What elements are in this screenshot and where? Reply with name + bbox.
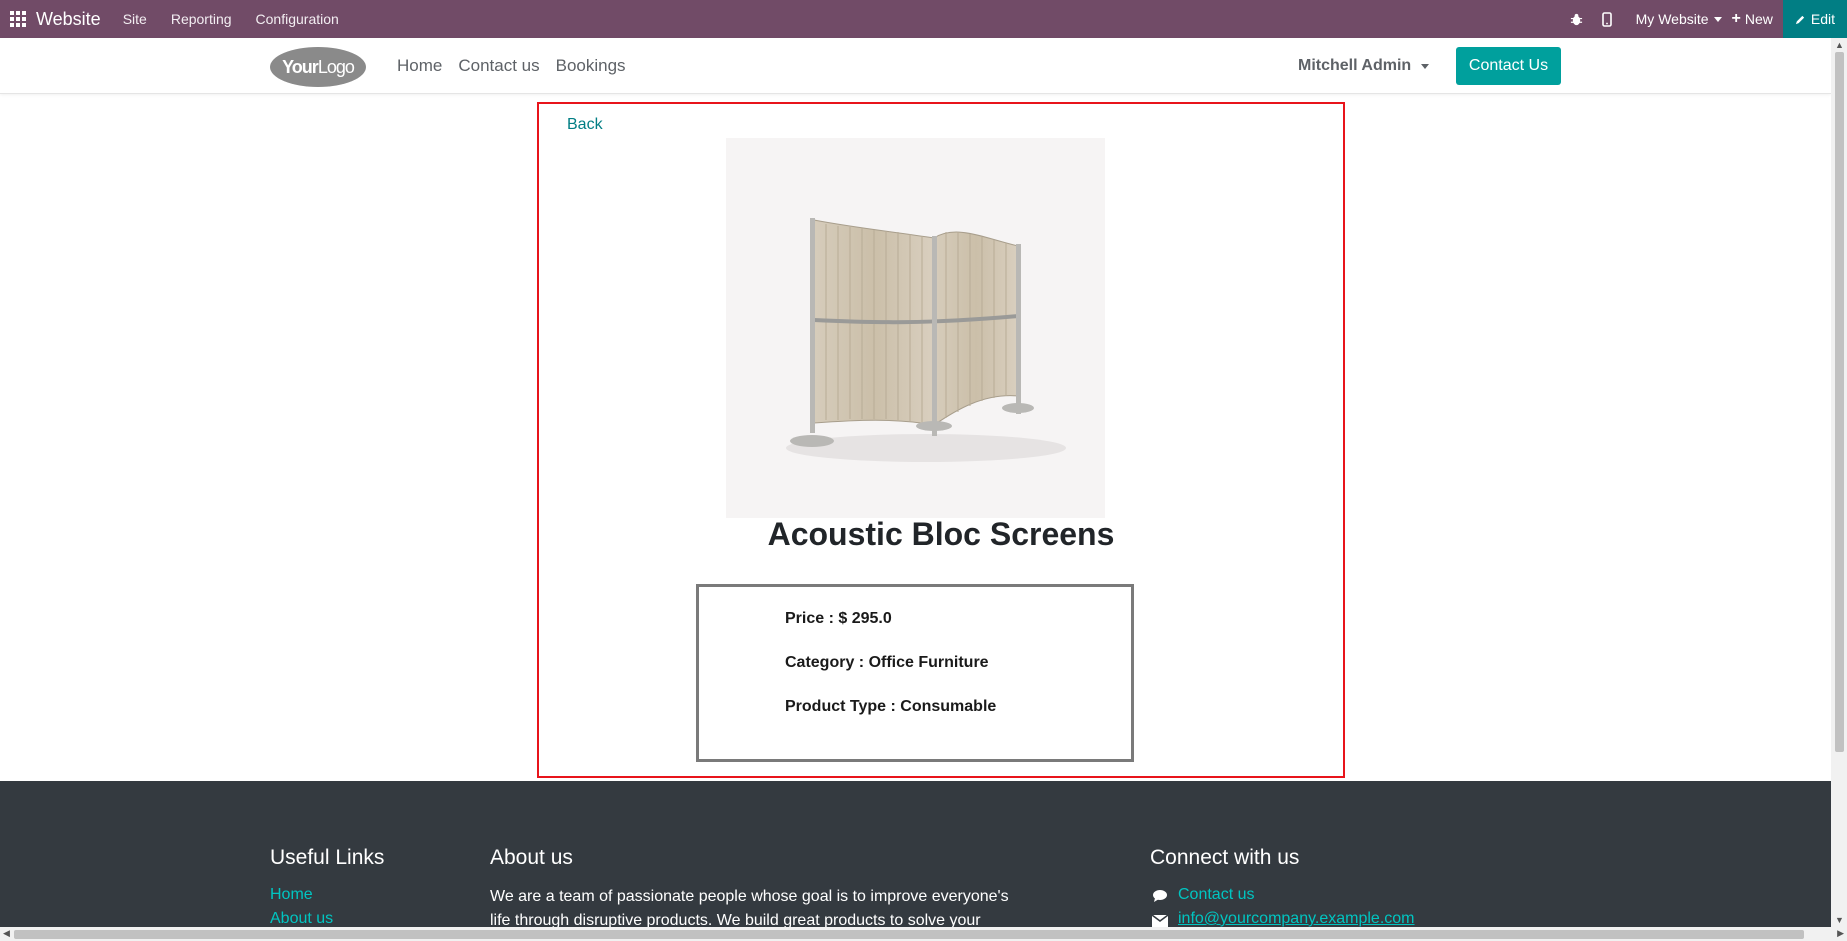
company-logo[interactable]: Your Logo bbox=[270, 47, 366, 87]
vertical-scroll-thumb[interactable] bbox=[1835, 52, 1844, 752]
logo-text-light: Logo bbox=[317, 56, 355, 77]
menu-configuration[interactable]: Configuration bbox=[256, 11, 339, 27]
product-price: Price : $ 295.0 bbox=[785, 610, 892, 627]
scroll-right-icon[interactable]: ▶ bbox=[1837, 928, 1844, 939]
nav-contact-us[interactable]: Contact us bbox=[458, 56, 539, 76]
website-switcher[interactable]: My Website bbox=[1636, 11, 1722, 27]
vertical-scrollbar[interactable]: ▲ ▼ bbox=[1831, 38, 1847, 927]
footer-link-about-us[interactable]: About us bbox=[270, 910, 333, 928]
site-footer: Useful Links Home About us About us We a… bbox=[0, 781, 1831, 929]
site-header: Your Logo Home Contact us Bookings Mitche… bbox=[0, 38, 1831, 94]
footer-link-contact-us[interactable]: Contact us bbox=[1178, 886, 1254, 904]
debug-bug-icon[interactable] bbox=[1562, 13, 1592, 26]
horizontal-scroll-thumb[interactable] bbox=[14, 930, 1804, 939]
new-button[interactable]: + New bbox=[1732, 10, 1773, 28]
product-category: Category : Office Furniture bbox=[785, 654, 989, 671]
back-link[interactable]: Back bbox=[567, 116, 603, 134]
horizontal-scrollbar[interactable]: ◀ ▶ bbox=[0, 927, 1847, 941]
chevron-down-icon bbox=[1421, 63, 1430, 69]
main-nav: Home Contact us Bookings bbox=[397, 56, 626, 76]
footer-link-email[interactable]: info@yourcompany.example.com bbox=[1178, 910, 1415, 928]
nav-home[interactable]: Home bbox=[397, 56, 442, 76]
footer-about-text: We are a team of passionate people whose… bbox=[490, 888, 1009, 929]
comment-icon bbox=[1152, 889, 1168, 906]
product-info-box bbox=[696, 584, 1134, 762]
edit-button-label: Edit bbox=[1810, 11, 1835, 27]
scroll-up-icon[interactable]: ▲ bbox=[1835, 40, 1844, 50]
footer-about-title: About us bbox=[490, 846, 573, 869]
footer-connect-title: Connect with us bbox=[1150, 846, 1300, 869]
apps-menu-icon[interactable] bbox=[0, 0, 36, 38]
edit-button[interactable]: Edit bbox=[1782, 0, 1847, 38]
footer-useful-links-title: Useful Links bbox=[270, 846, 385, 869]
chevron-down-icon bbox=[1713, 16, 1722, 22]
app-brand[interactable]: Website bbox=[36, 9, 101, 30]
plus-icon: + bbox=[1731, 10, 1741, 27]
mobile-preview-icon[interactable] bbox=[1592, 11, 1622, 27]
nav-bookings[interactable]: Bookings bbox=[556, 56, 626, 76]
product-type: Product Type : Consumable bbox=[785, 698, 997, 715]
product-image bbox=[726, 138, 1105, 518]
scroll-left-icon[interactable]: ◀ bbox=[3, 928, 10, 939]
product-title: Acoustic Bloc Screens bbox=[767, 516, 1115, 552]
menu-site[interactable]: Site bbox=[123, 11, 147, 27]
pencil-icon bbox=[1795, 15, 1805, 24]
user-menu[interactable]: Mitchell Admin bbox=[1298, 57, 1430, 75]
new-button-label: New bbox=[1744, 11, 1773, 27]
logo-text-bold: Your bbox=[282, 56, 319, 77]
website-switcher-label: My Website bbox=[1635, 11, 1709, 27]
menu-reporting[interactable]: Reporting bbox=[171, 11, 232, 27]
odoo-topbar: Website Site Reporting Configuration My … bbox=[0, 0, 1847, 38]
contact-us-button[interactable]: Contact Us bbox=[1456, 47, 1561, 85]
user-name: Mitchell Admin bbox=[1298, 57, 1412, 74]
scroll-down-icon[interactable]: ▼ bbox=[1835, 915, 1844, 925]
footer-link-home[interactable]: Home bbox=[270, 886, 313, 904]
